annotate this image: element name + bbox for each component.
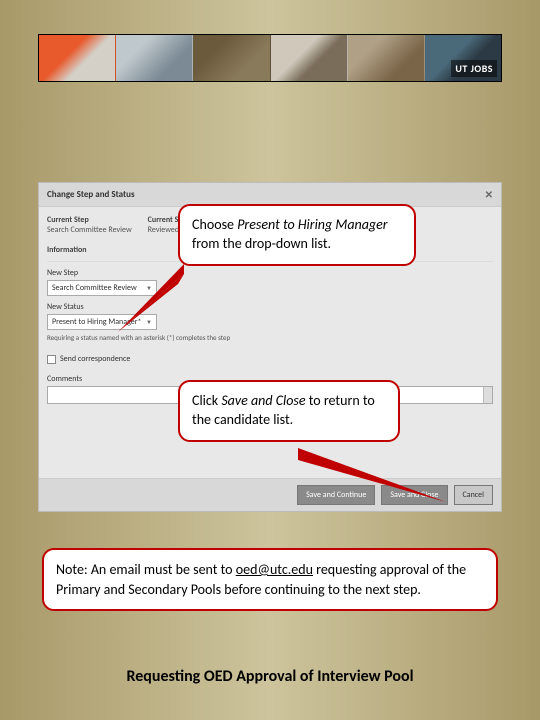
callout-choose-status: Choose Present to Hiring Manager from th… xyxy=(178,204,416,266)
dialog-footer: Save and Continue Save and Close Cancel xyxy=(39,478,501,511)
current-step-value: Search Committee Review xyxy=(47,225,132,235)
chevron-down-icon: ▼ xyxy=(146,284,152,292)
banner-collage: UT JOBS xyxy=(38,34,502,82)
current-step-label: Current Step xyxy=(47,215,132,225)
save-and-continue-button[interactable]: Save and Continue xyxy=(297,485,375,505)
banner-photo xyxy=(39,35,116,81)
asterisk-note: Requiring a status named with an asteris… xyxy=(47,334,493,342)
new-status-label: New Status xyxy=(47,302,493,312)
banner-photo xyxy=(271,35,348,81)
new-step-select[interactable]: Search Committee Review ▼ xyxy=(47,280,157,296)
banner-photo xyxy=(193,35,270,81)
oed-email-link[interactable]: oed@utc.edu xyxy=(236,561,313,578)
send-correspondence-label: Send correspondence xyxy=(60,354,130,364)
close-icon[interactable]: ✕ xyxy=(485,188,493,201)
new-status-selected: Present to Hiring Manager* xyxy=(52,317,142,327)
cancel-button[interactable]: Cancel xyxy=(454,485,494,505)
banner-photo xyxy=(348,35,425,81)
banner-photo: UT JOBS xyxy=(425,35,501,81)
new-status-select[interactable]: Present to Hiring Manager* ▼ xyxy=(47,314,157,330)
new-step-selected: Search Committee Review xyxy=(52,283,137,293)
callout-save-close: Click Save and Close to return to the ca… xyxy=(178,380,400,442)
send-correspondence-checkbox[interactable] xyxy=(47,355,56,364)
ut-jobs-logo: UT JOBS xyxy=(451,60,497,77)
note-callout: Note: An email must be sent to oed@utc.e… xyxy=(42,548,498,611)
banner-photo xyxy=(116,35,193,81)
dialog-title: Change Step and Status xyxy=(47,189,135,200)
new-step-label: New Step xyxy=(47,268,493,278)
page-title: Requesting OED Approval of Interview Poo… xyxy=(0,667,540,686)
chevron-down-icon: ▼ xyxy=(146,318,152,326)
save-and-close-button[interactable]: Save and Close xyxy=(381,485,447,505)
